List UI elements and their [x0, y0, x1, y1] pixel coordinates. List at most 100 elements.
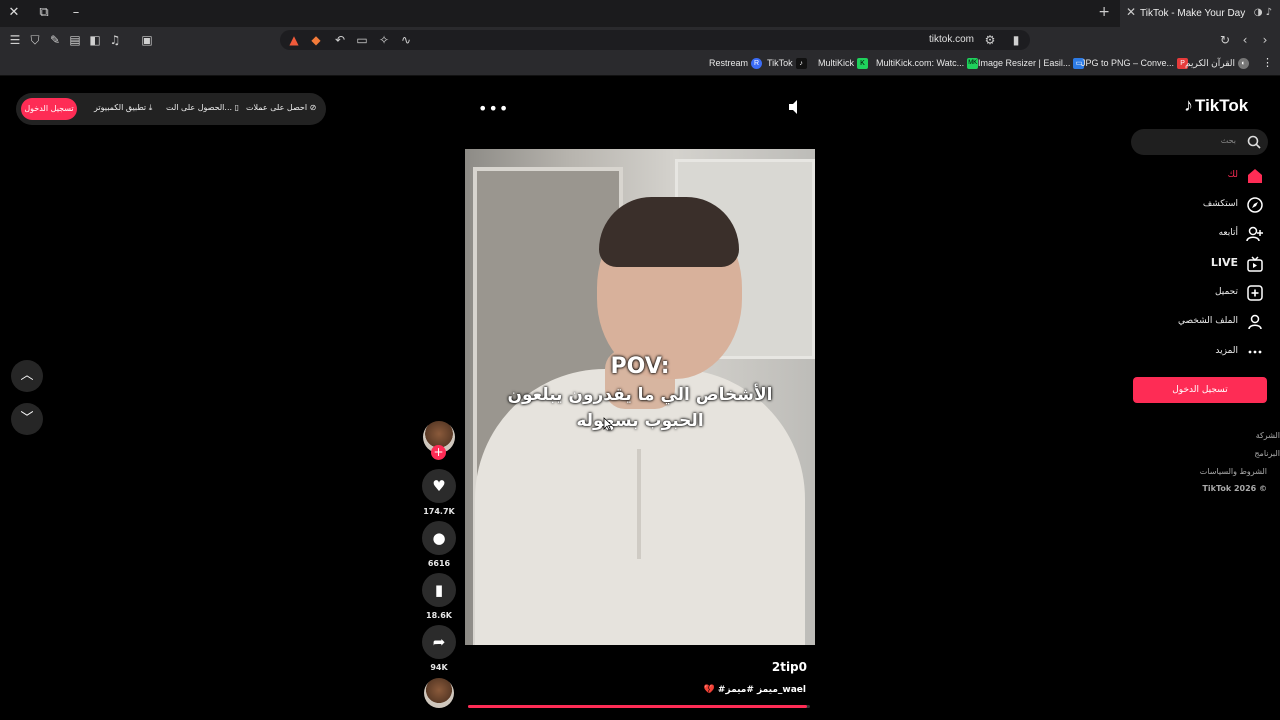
bookmark-label: TikTok — [767, 58, 793, 68]
coin-icon: ⊘ — [309, 103, 317, 112]
brave-rewards-icon[interactable]: ▲ — [286, 32, 302, 48]
share-button[interactable]: ➦ — [422, 625, 456, 659]
video-overlay-text: الأشخاص الي ما يقدرون يبلعون الحبوب بسهو… — [507, 385, 773, 431]
music-icon[interactable]: ♫ — [107, 32, 123, 48]
bookmark-multikick-watch[interactable]: MultiKick.com: Watc... MK — [876, 58, 979, 70]
bookmark-multikick[interactable]: MultiKick K — [818, 58, 869, 70]
tab-close-icon[interactable]: ✕ — [1126, 5, 1136, 19]
search-placeholder: بحث — [1220, 136, 1236, 145]
previous-video-button[interactable]: ︿ — [11, 360, 43, 392]
close-window-icon[interactable]: ✕ — [4, 4, 24, 22]
search-input[interactable]: بحث — [1131, 129, 1268, 155]
globe-icon: ◐ — [1238, 58, 1250, 70]
comment-icon: ● — [432, 529, 446, 547]
shield-icon[interactable]: ⛉ — [27, 32, 43, 48]
back-history-icon[interactable]: ↶ — [332, 32, 348, 48]
mouse-cursor-icon — [603, 417, 613, 431]
sidebar-item-profile[interactable]: الملف الشخصي — [1140, 312, 1266, 332]
bookmark-jpg-to-png[interactable]: JPG to PNG – Conve... P — [1081, 58, 1189, 70]
back-icon[interactable]: ‹ — [1237, 32, 1253, 48]
more-icon — [1248, 350, 1262, 354]
sidebar-item-upload[interactable]: تحميل — [1140, 283, 1266, 303]
browser-tab[interactable]: ✕ TikTok - Make Your Day ◑ ♪ — [1120, 0, 1280, 27]
sidebar-item-label: المزيد — [1215, 346, 1238, 356]
bookmark-image-resizer[interactable]: Image Resizer | Easil... ▭ — [978, 58, 1085, 70]
bookmarks-more-icon[interactable]: ⋮ — [1262, 56, 1273, 69]
reload-icon[interactable]: ↻ — [1217, 32, 1233, 48]
search-icon[interactable] — [1246, 134, 1262, 150]
restream-icon: R — [751, 58, 763, 70]
bookmark-tiktok[interactable]: TikTok ♪ — [767, 58, 807, 70]
compass-icon — [1247, 197, 1263, 213]
tab-audio-icon[interactable]: ◑ ♪ — [1254, 7, 1272, 18]
bookmark-icon[interactable]: ▮ — [1008, 32, 1024, 48]
brave-shields-icon[interactable]: ◆ — [308, 32, 324, 48]
desktop-app-link[interactable]: تطبيق الكمبيوتر ⤓ — [94, 103, 152, 113]
footer-link-company[interactable]: الشركة — [1256, 431, 1280, 440]
sidebar-login-button[interactable]: تسجيل الدخول — [1133, 377, 1267, 403]
sidebar-item-label: LIVE — [1210, 256, 1238, 269]
video-progress-fill — [468, 705, 807, 708]
sound-avatar[interactable] — [424, 678, 454, 708]
cast-icon[interactable]: ▭ — [354, 32, 370, 48]
video-progress-bar[interactable] — [468, 705, 810, 708]
translate-icon[interactable]: ✧ — [376, 32, 392, 48]
address-bar[interactable]: ▲ ◆ ↶ ▭ ✧ ∿ tiktok.com ⚙ — [280, 30, 1030, 50]
bookmark-label: JPG to PNG – Conve... — [1081, 58, 1175, 68]
get-coins-link[interactable]: احصل على عملات ⊘ — [246, 103, 316, 112]
sidebar-icon[interactable]: ◧ — [87, 32, 103, 48]
next-video-button[interactable]: ﹀ — [11, 403, 43, 435]
chevron-up-icon: ︿ — [20, 368, 34, 383]
phone-icon: ▯ — [234, 103, 239, 112]
wallet-icon[interactable]: ▣ — [139, 32, 155, 48]
bookmark-quran[interactable]: القرآن الكريم ◐ — [1185, 58, 1250, 70]
multikick-icon: MK — [967, 58, 979, 70]
sidebar-item-live[interactable]: LIVE — [1140, 254, 1266, 274]
live-icon — [1247, 256, 1263, 272]
video-username[interactable]: 2tip0 — [740, 660, 807, 674]
site-settings-icon[interactable]: ⚙ — [982, 32, 998, 48]
extension-icon[interactable]: ✎ — [47, 32, 63, 48]
sidebar-item-more[interactable]: المزيد — [1140, 342, 1266, 362]
forward-icon[interactable]: › — [1257, 32, 1273, 48]
tiktok-logo[interactable]: ♪ TikTok — [1184, 95, 1248, 116]
tiktok-icon: ♪ — [795, 58, 807, 70]
speaker-icon[interactable] — [787, 99, 801, 115]
sidebar-item-explore[interactable]: استكشف — [1140, 195, 1266, 215]
get-app-label: الحصول على الت... — [166, 103, 233, 112]
comment-button[interactable]: ● — [422, 521, 456, 555]
minimize-window-icon[interactable]: – — [66, 4, 86, 22]
video-person-hair — [599, 197, 739, 267]
video-player[interactable]: POV: الأشخاص الي ما يقدرون يبلعون الحبوب… — [465, 149, 815, 645]
follow-plus-icon[interactable]: + — [431, 445, 446, 460]
chevron-down-icon: ﹀ — [20, 411, 34, 426]
browser-toolbar: ☰ ⛉ ✎ ▤ ◧ ♫ ▣ ▲ ◆ ↶ ▭ ✧ ∿ tiktok.com ⚙ ▮… — [0, 27, 1280, 53]
footer-link-terms[interactable]: الشروط والسياسات — [1200, 467, 1267, 476]
tabs-icon[interactable]: ▤ — [67, 32, 83, 48]
bookmark-label: القرآن الكريم — [1185, 58, 1236, 68]
menu-icon[interactable]: ☰ — [7, 32, 23, 48]
more-options-icon[interactable]: ••• — [478, 99, 509, 118]
video-hashtags[interactable]: 💔 #ميمز #ميمز_wael — [660, 685, 806, 695]
like-button[interactable]: ♥ — [422, 469, 456, 503]
tracking-icon[interactable]: ∿ — [398, 32, 414, 48]
save-button[interactable]: ▮ — [422, 573, 456, 607]
bookmarks-bar: Restream R TikTok ♪ MultiKick K MultiKick.c… — [0, 53, 1280, 76]
copyright-text: TikTok 2026 © — [1202, 484, 1267, 493]
new-tab-icon[interactable]: + — [1098, 4, 1110, 20]
bookmark-label: MultiKick — [818, 58, 855, 68]
sidebar-item-label: الملف الشخصي — [1178, 316, 1238, 326]
top-action-bar: تسجيل الدخول تطبيق الكمبيوتر ⤓ الحصول عل… — [16, 93, 326, 125]
browser-titlebar: ✕ ⧉ – + ✕ TikTok - Make Your Day ◑ ♪ — [0, 0, 1280, 27]
bookmark-icon: ▮ — [434, 581, 444, 599]
login-button[interactable]: تسجيل الدخول — [21, 98, 77, 120]
sidebar-item-following[interactable]: أتابعه — [1140, 224, 1266, 244]
url-text[interactable]: tiktok.com — [929, 34, 974, 45]
footer-link-program[interactable]: البرنامج — [1254, 449, 1280, 458]
get-app-link[interactable]: الحصول على الت... ▯ — [166, 103, 239, 112]
bookmark-label: Restream — [709, 58, 749, 68]
sidebar-item-for-you[interactable]: لك — [1140, 166, 1266, 186]
bookmark-restream[interactable]: Restream R — [709, 58, 763, 70]
sidebar-item-label: أتابعه — [1218, 228, 1238, 238]
restore-window-icon[interactable]: ⧉ — [34, 4, 54, 22]
